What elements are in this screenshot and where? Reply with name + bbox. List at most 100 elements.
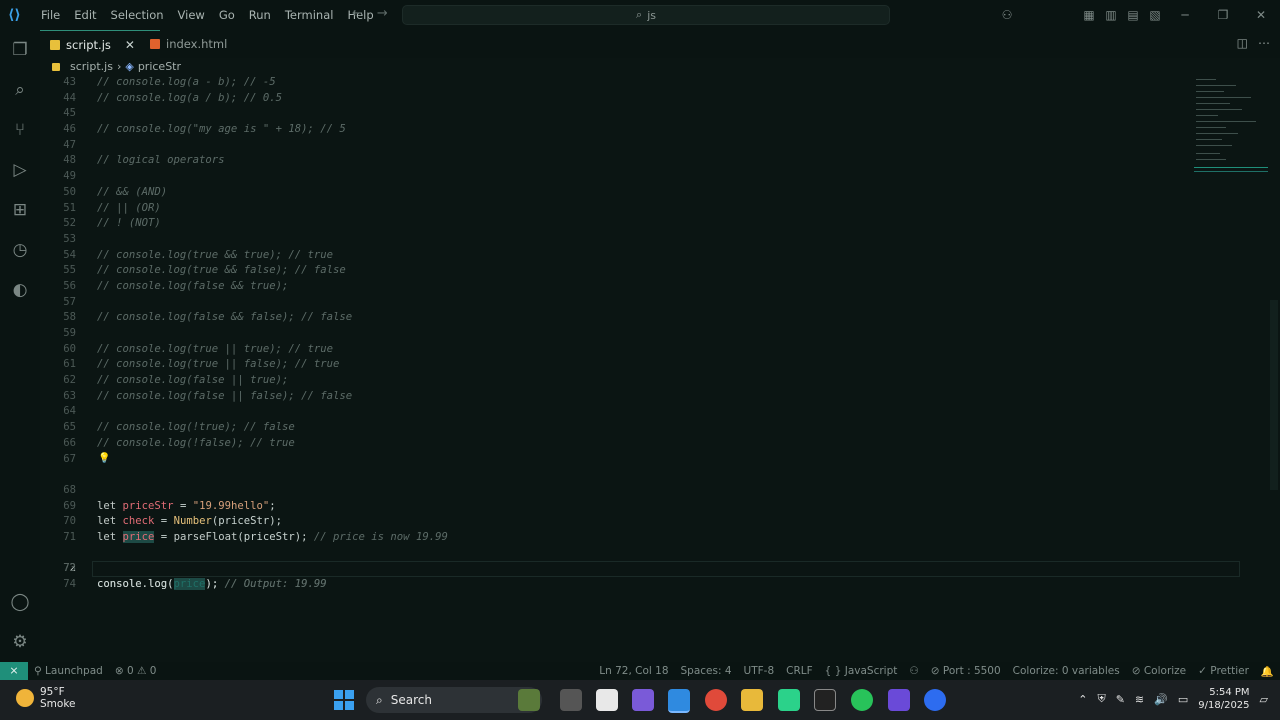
task-view-icon[interactable] — [560, 689, 582, 711]
breadcrumb-symbol[interactable]: priceStr — [138, 60, 181, 73]
code-line: 51// || (OR) — [63, 201, 161, 214]
account-icon[interactable]: ◯ — [8, 590, 32, 614]
clock[interactable]: 5:54 PM 9/18/2025 — [1198, 686, 1249, 712]
copilot-status-icon[interactable]: ⚇ — [903, 665, 924, 677]
restore-icon[interactable]: ❐ — [1204, 8, 1242, 22]
language-mode[interactable]: { } JavaScript — [819, 665, 904, 677]
search-icon: ⌕ — [636, 8, 643, 21]
code-line: 60// console.log(true || true); // true — [63, 342, 333, 355]
menu-selection[interactable]: Selection — [104, 8, 171, 22]
code-line: 65// console.log(!true); // false — [63, 421, 295, 434]
js-file-icon — [52, 62, 60, 71]
minimap[interactable] — [1192, 75, 1270, 185]
search-highlight-icon[interactable] — [518, 689, 540, 711]
minimize-icon[interactable]: ─ — [1166, 8, 1204, 22]
menu-run[interactable]: Run — [242, 8, 278, 22]
explorer-icon[interactable]: ❐ — [8, 38, 32, 62]
code-line: 45 — [63, 107, 76, 120]
layout-icon[interactable]: ▦ — [1078, 8, 1100, 22]
pen-ink-icon[interactable]: ✎ — [1116, 693, 1125, 706]
status-bar: ⨯ ⚲ Launchpad ⊗ 0 ⚠ 0 Ln 72, Col 18 Spac… — [0, 662, 1280, 680]
source-control-icon[interactable]: ⑂ — [8, 118, 32, 142]
weather-widget[interactable]: 95°F Smoke — [16, 686, 75, 710]
timeline-icon[interactable]: ◷ — [8, 238, 32, 262]
code-line: 44// console.log(a / b); // 0.5 — [63, 91, 282, 104]
teams-icon[interactable] — [888, 689, 910, 711]
code-editor[interactable]: 43// console.log(a - b); // -5 44// conso… — [40, 75, 1240, 591]
terminal-app-icon[interactable] — [814, 689, 836, 711]
code-line: 73 console.log(price); // Output: 19.99 — [63, 562, 327, 591]
code-line: 63// console.log(false || false); // fal… — [63, 389, 353, 402]
toggle-secondary-sidebar-icon[interactable]: ▧ — [1144, 8, 1166, 22]
editor-tabs: script.js ✕ index.html — [40, 30, 1280, 59]
editor-actions: ◫ ⋯ — [1237, 36, 1270, 50]
taskbar-search[interactable]: ⌕ Search — [366, 687, 542, 713]
end-of-line[interactable]: CRLF — [780, 665, 819, 677]
remote-indicator-icon[interactable]: ⨯ — [0, 662, 28, 680]
toggle-panel-icon[interactable]: ▤ — [1122, 8, 1144, 22]
extensions-icon[interactable]: ⊞ — [8, 198, 32, 222]
symbol-icon: ◈ — [125, 60, 134, 73]
close-icon[interactable]: ✕ — [125, 38, 135, 52]
vscode-taskbar-icon[interactable] — [668, 689, 690, 713]
copilot-app-icon[interactable] — [632, 689, 654, 711]
indentation[interactable]: Spaces: 4 — [675, 665, 738, 677]
lightbulb-icon[interactable]: 💡 — [98, 451, 110, 467]
tab-index-html[interactable]: index.html — [140, 30, 237, 58]
chrome-icon[interactable] — [705, 689, 727, 711]
notifications-bell-icon[interactable]: 🔔 — [1255, 665, 1280, 678]
zoom-icon[interactable] — [924, 689, 946, 711]
more-actions-icon[interactable]: ⋯ — [1258, 36, 1270, 50]
code-line: 53 — [63, 232, 76, 245]
notifications-icon[interactable]: ▱ — [1260, 693, 1268, 706]
colorize-variables[interactable]: Colorize: 0 variables — [1007, 665, 1126, 677]
prettier-status[interactable]: ✓ Prettier — [1192, 665, 1255, 677]
toggle-sidebar-icon[interactable]: ▥ — [1100, 8, 1122, 22]
defender-shield-icon[interactable]: ⛨ — [1097, 692, 1105, 706]
launchpad-item[interactable]: ⚲ Launchpad — [28, 665, 109, 677]
battery-icon[interactable]: ▭ — [1178, 693, 1188, 706]
menu-go[interactable]: Go — [212, 8, 242, 22]
show-hidden-icons-chevron-icon[interactable]: ⌃ — [1078, 693, 1087, 706]
weather-condition: Smoke — [40, 698, 76, 710]
command-center-search[interactable]: ⌕ js — [402, 5, 890, 25]
vertical-scrollbar[interactable] — [1270, 300, 1278, 490]
file-explorer-icon[interactable] — [741, 689, 763, 711]
code-line: 50// && (AND) — [63, 185, 168, 198]
cursor-position[interactable]: Ln 72, Col 18 — [593, 665, 674, 677]
menu-edit[interactable]: Edit — [67, 8, 103, 22]
wifi-icon[interactable]: ≋ — [1135, 693, 1144, 706]
title-right-controls: ⚇ ▦ ▥ ▤ ▧ ─ ❐ ✕ — [996, 0, 1280, 30]
menu-file[interactable]: File — [34, 8, 67, 22]
menu-view[interactable]: View — [171, 8, 212, 22]
code-line: 52// ! (NOT) — [63, 217, 161, 230]
menu-terminal[interactable]: Terminal — [278, 8, 341, 22]
close-window-icon[interactable]: ✕ — [1242, 8, 1280, 22]
mongodb-compass-icon[interactable] — [596, 689, 618, 711]
search-icon[interactable]: ⌕ — [8, 78, 32, 102]
code-line: 74 — [63, 578, 76, 591]
forward-arrow-icon[interactable]: → — [377, 6, 388, 21]
encoding[interactable]: UTF-8 — [738, 665, 781, 677]
code-line: 56// console.log(false && true); — [63, 279, 289, 292]
back-arrow-icon[interactable]: ← — [352, 6, 363, 21]
start-button-windows-icon[interactable] — [334, 690, 354, 710]
code-line: 68 let priceStr = "19.99hello"; 💡 — [63, 453, 276, 512]
code-line-current: 72 console.log(price); // Output: 19.99 — [40, 530, 1240, 591]
colorize-toggle[interactable]: ⊘ Colorize — [1126, 665, 1192, 677]
split-editor-icon[interactable]: ◫ — [1237, 36, 1248, 50]
pycharm-icon[interactable] — [778, 689, 800, 711]
activity-bar: ❐ ⌕ ⑂ ▷ ⊞ ◷ ◐ ◯ ⚙ — [0, 30, 40, 662]
breadcrumb-file[interactable]: script.js — [70, 60, 113, 73]
js-file-icon — [50, 40, 60, 50]
copilot-icon[interactable]: ⚇ — [996, 8, 1018, 22]
manage-gear-icon[interactable]: ⚙ — [8, 630, 32, 654]
problems-item[interactable]: ⊗ 0 ⚠ 0 — [109, 665, 163, 677]
run-debug-icon[interactable]: ▷ — [8, 158, 32, 182]
whatsapp-icon[interactable] — [851, 689, 873, 711]
chevron-right-icon: › — [116, 60, 122, 73]
volume-icon[interactable]: 🔊 — [1154, 693, 1168, 706]
search-text: js — [647, 8, 656, 22]
remote-explorer-icon[interactable]: ◐ — [8, 278, 32, 302]
live-server-port[interactable]: ⊘ Port : 5500 — [925, 665, 1007, 677]
